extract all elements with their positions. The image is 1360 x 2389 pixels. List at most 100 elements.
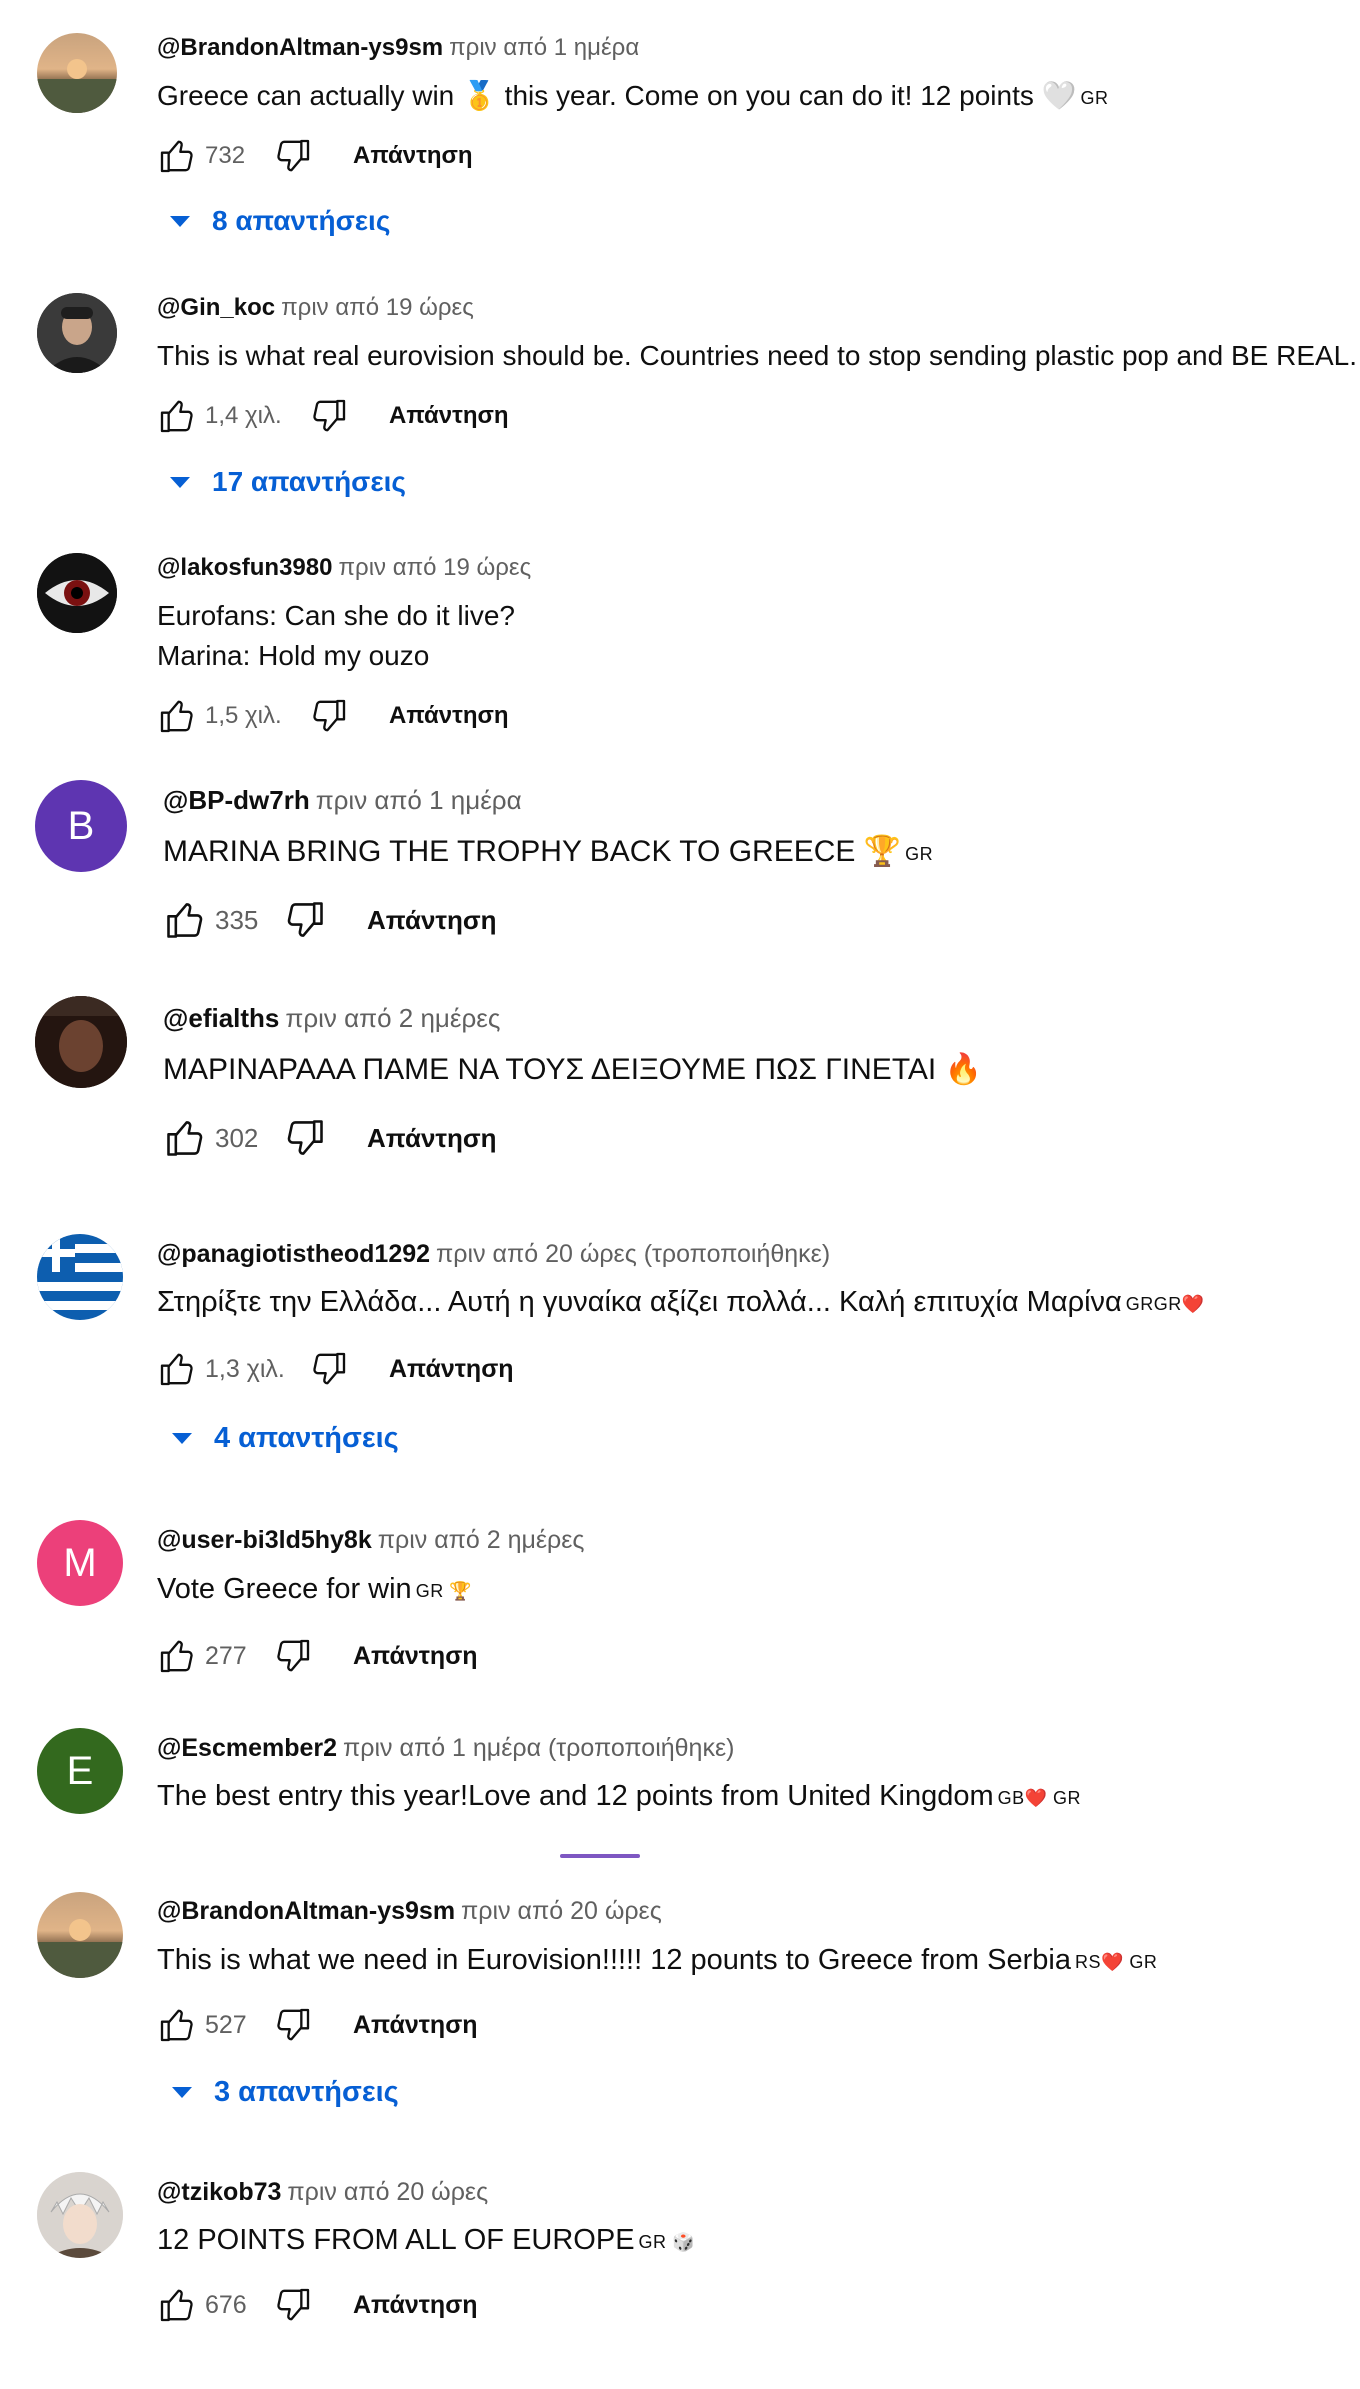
avatar-letter: E <box>66 1748 94 1793</box>
avatar-letter: B <box>67 803 95 848</box>
avatar[interactable] <box>37 33 117 113</box>
comment-text: Στηρίξτε την Ελλάδα... Αυτή η γυναίκα αξ… <box>157 1286 1205 1318</box>
comment-text: Vote Greece for win GR 🏆 <box>157 1573 473 1605</box>
avatar[interactable]: E <box>37 1728 123 1814</box>
comment-time[interactable]: πριν από 19 ώρες <box>281 294 474 321</box>
author-name[interactable]: @BrandonAltman-ys9sm <box>157 34 443 61</box>
avatar[interactable] <box>37 2172 123 2258</box>
thumbs-down-icon[interactable] <box>309 396 349 436</box>
thumbs-up-icon[interactable] <box>157 696 197 736</box>
reply-button[interactable]: Απάντηση <box>353 2291 478 2320</box>
like-count: 1,4 χιλ. <box>205 402 282 429</box>
comment-text: MARINA BRING THE TROPHY BACK TO GREECE 🏆… <box>163 835 934 868</box>
reply-button[interactable]: Απάντηση <box>353 2011 478 2040</box>
like-count: 676 <box>205 2290 247 2319</box>
avatar[interactable]: M <box>37 1520 123 1606</box>
avatar[interactable]: B <box>35 780 127 872</box>
view-replies-button[interactable]: 17 απαντήσεις <box>170 466 406 498</box>
flag-label: GR <box>905 844 934 864</box>
comment-header: @BP-dw7rh πριν από 1 ημέρα <box>163 785 522 816</box>
thumbs-down-icon[interactable] <box>273 136 313 176</box>
thumbs-up-icon[interactable] <box>157 136 197 176</box>
reply-button[interactable]: Απάντηση <box>389 1355 514 1384</box>
thumbs-down-icon[interactable] <box>309 696 349 736</box>
caret-down-icon <box>170 215 190 227</box>
comment-text: Greece can actually win 🥇 this year. Com… <box>157 80 1109 111</box>
caret-down-icon <box>172 1433 192 1444</box>
thumbs-down-icon[interactable] <box>309 1349 349 1389</box>
reply-button[interactable]: Απάντηση <box>389 702 509 730</box>
flag-label: GR 🎲 <box>638 2232 695 2252</box>
sunset-avatar-image <box>37 1919 123 1978</box>
author-name[interactable]: @Escmember2 <box>157 1734 337 1762</box>
like-count: 277 <box>205 1641 247 1670</box>
comment-header: @lakosfun3980 πριν από 19 ώρες <box>157 554 531 582</box>
comment-header: @tzikob73 πριν από 20 ώρες <box>157 2178 488 2207</box>
thumbs-down-icon[interactable] <box>283 1116 327 1160</box>
avatar[interactable] <box>35 996 127 1088</box>
author-name[interactable]: @tzikob73 <box>157 2178 281 2206</box>
anime-avatar-image <box>37 2172 123 2258</box>
thumbs-down-icon[interactable] <box>283 898 327 942</box>
comment-time[interactable]: πριν από 2 ημέρες <box>285 1003 500 1033</box>
author-name[interactable]: @BP-dw7rh <box>163 785 310 815</box>
comment-time[interactable]: πριν από 19 ώρες <box>338 554 531 581</box>
thumbs-up-icon[interactable] <box>163 898 207 942</box>
reply-button[interactable]: Απάντηση <box>353 142 473 170</box>
flag-label: GR <box>1080 88 1109 108</box>
author-name[interactable]: @user-bi3ld5hy8k <box>157 1526 372 1554</box>
thumbs-up-icon[interactable] <box>157 1636 197 1676</box>
reply-button[interactable]: Απάντηση <box>367 1123 497 1154</box>
comment-time[interactable]: πριν από 20 ώρες (τροποποιήθηκε) <box>436 1240 830 1268</box>
caret-down-icon <box>170 476 190 488</box>
avatar-letter: M <box>63 1540 97 1585</box>
view-replies-button[interactable]: 8 απαντήσεις <box>170 205 390 237</box>
comment-text: This is what real eurovision should be. … <box>157 340 1358 371</box>
comment-time[interactable]: πριν από 1 ημέρα <box>449 34 639 61</box>
avatar[interactable] <box>37 1234 123 1320</box>
thumbs-down-icon[interactable] <box>273 2005 313 2045</box>
comment-actions: 1,3 χιλ. Απάντηση <box>157 1349 514 1389</box>
comment-header: @Gin_koc πριν από 19 ώρες <box>157 294 474 322</box>
author-name[interactable]: @BrandonAltman-ys9sm <box>157 1897 455 1925</box>
comment-time[interactable]: πριν από 20 ώρες <box>287 2178 488 2206</box>
scroll-divider <box>560 1854 640 1858</box>
like-count: 732 <box>205 142 246 169</box>
flag-label: GRGR❤️ <box>1125 1294 1205 1314</box>
comment-time[interactable]: πριν από 20 ώρες <box>461 1897 662 1925</box>
reply-button[interactable]: Απάντηση <box>353 1642 478 1671</box>
comment-actions: 1,4 χιλ. Απάντηση <box>157 396 509 436</box>
author-name[interactable]: @lakosfun3980 <box>157 554 332 581</box>
avatar[interactable] <box>37 553 117 633</box>
author-name[interactable]: @panagiotistheod1292 <box>157 1240 430 1268</box>
comment-actions: 302 Απάντηση <box>163 1118 497 1158</box>
flag-label: GB❤️ GR <box>997 1788 1082 1808</box>
author-name[interactable]: @Gin_koc <box>157 294 275 321</box>
like-count: 1,3 χιλ. <box>205 1354 285 1383</box>
comment-text: ΜΑΡΙΝΑΡΑΑΑ ΠΑΜΕ ΝΑ ΤΟΥΣ ΔΕΙΞΟΥΜΕ ΠΩΣ ΓΙΝ… <box>163 1053 982 1086</box>
like-count: 527 <box>205 2010 247 2039</box>
thumbs-up-icon[interactable] <box>157 1349 197 1389</box>
thumbs-up-icon[interactable] <box>157 396 197 436</box>
comment-header: @BrandonAltman-ys9sm πριν από 1 ημέρα <box>157 34 639 62</box>
thumbs-up-icon[interactable] <box>157 2005 197 2045</box>
comment-time[interactable]: πριν από 1 ημέρα <box>316 785 522 815</box>
thumbs-up-icon[interactable] <box>163 1116 207 1160</box>
comment-time[interactable]: πριν από 2 ημέρες <box>378 1526 585 1554</box>
thumbs-down-icon[interactable] <box>273 1636 313 1676</box>
thumbs-up-icon[interactable] <box>157 2285 197 2325</box>
view-replies-button[interactable]: 4 απαντήσεις <box>172 1422 399 1455</box>
flag-label: GR 🏆 <box>415 1581 473 1601</box>
thumbs-down-icon[interactable] <box>273 2285 313 2325</box>
reply-button[interactable]: Απάντηση <box>367 905 497 936</box>
greek-flag-avatar-image <box>37 1234 123 1320</box>
author-name[interactable]: @efialths <box>163 1003 279 1033</box>
comment-actions: 335 Απάντηση <box>163 900 497 940</box>
avatar[interactable] <box>37 293 117 373</box>
comment-actions: 1,5 χιλ. Απάντηση <box>157 696 509 736</box>
comment-time[interactable]: πριν από 1 ημέρα (τροποποιήθηκε) <box>343 1734 734 1762</box>
reply-button[interactable]: Απάντηση <box>389 402 509 430</box>
comment-text: The best entry this year!Love and 12 poi… <box>157 1780 1082 1812</box>
view-replies-button[interactable]: 3 απαντήσεις <box>172 2076 399 2109</box>
avatar[interactable] <box>37 1892 123 1978</box>
